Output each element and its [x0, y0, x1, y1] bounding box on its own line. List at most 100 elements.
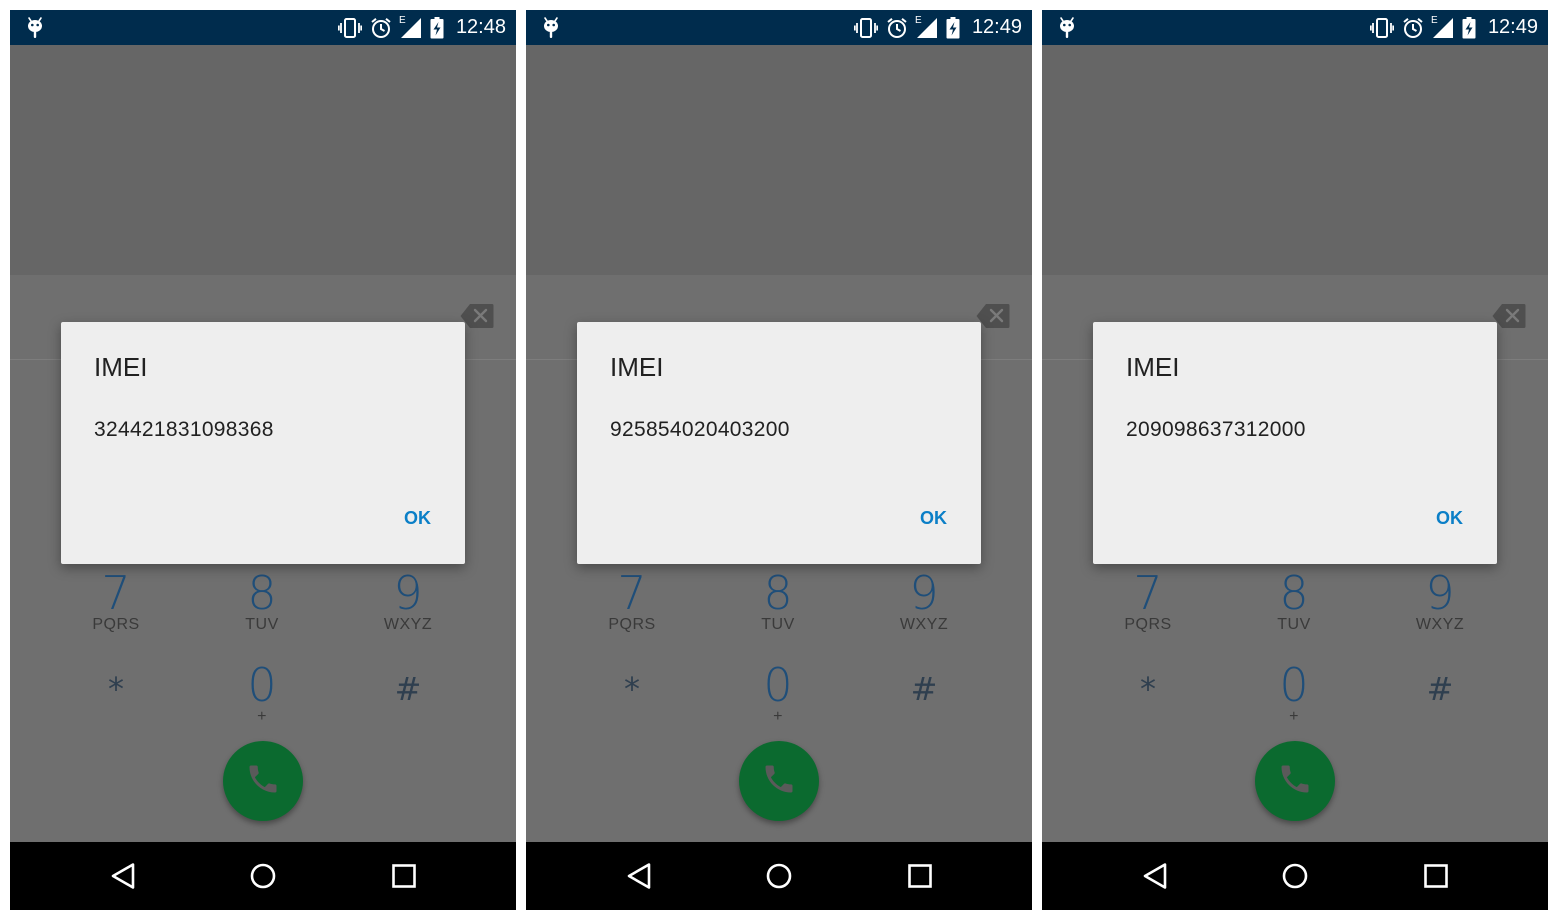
dialpad-key-8[interactable]: 8 TUV [718, 570, 838, 634]
key-symbol: # [1426, 670, 1454, 708]
navigation-bar [1042, 842, 1548, 910]
key-digit: 0 [1279, 658, 1309, 712]
key-letters: PQRS [92, 616, 140, 633]
dialpad-key-0[interactable]: 0 + [202, 662, 322, 726]
edge-signal-icon: E [399, 15, 422, 39]
contacts-area [526, 45, 1032, 275]
imei-dialog: IMEI 209098637312000 OK [1093, 322, 1497, 564]
android-icon [542, 16, 560, 45]
dialpad-key-hash[interactable]: # [1380, 666, 1500, 712]
dialpad-key-star[interactable]: * [1088, 666, 1208, 712]
dialpad-key-hash[interactable]: # [864, 666, 984, 712]
alarm-icon [886, 17, 908, 39]
android-icon [26, 16, 44, 45]
back-icon[interactable] [110, 862, 136, 895]
dialog-title: IMEI [610, 352, 664, 382]
ok-button[interactable]: OK [920, 508, 947, 529]
dialpad-key-0[interactable]: 0 + [1234, 662, 1354, 726]
contacts-area [10, 45, 516, 275]
key-digit: 8 [1279, 566, 1309, 620]
edge-signal-icon: E [1430, 14, 1454, 39]
imei-value: 324421831098368 [94, 418, 274, 441]
network-type-label: E [914, 14, 922, 26]
dialpad-key-hash[interactable]: # [348, 666, 468, 712]
phone-screen-2: E 12:49 7 PQRS 8 TUV 9 WXYZ * 0 + # IMEI… [526, 10, 1032, 910]
phone-icon [245, 761, 281, 802]
dialpad-key-8[interactable]: 8 TUV [202, 570, 322, 634]
back-icon[interactable] [1142, 862, 1168, 895]
phone-screen-1: E 12:48 7 PQRS 8 TUV 9 WXYZ * 0 + # IMEI… [10, 10, 516, 910]
alarm-icon [370, 17, 392, 39]
battery-charging-icon [430, 16, 444, 39]
vibrate-icon [1369, 17, 1394, 39]
network-type-label: E [1430, 14, 1438, 26]
battery-charging-icon [1462, 16, 1476, 39]
key-letters: + [257, 708, 267, 725]
key-letters: PQRS [608, 616, 656, 633]
navigation-bar [526, 842, 1032, 910]
recent-apps-icon[interactable] [1423, 862, 1449, 895]
imei-dialog: IMEI 925854020403200 OK [577, 322, 981, 564]
key-letters: TUV [1277, 616, 1311, 633]
key-digit: 0 [247, 658, 277, 712]
call-button[interactable] [223, 741, 303, 821]
ok-button[interactable]: OK [404, 508, 431, 529]
home-icon[interactable] [1282, 862, 1308, 895]
status-icons: E 12:48 [337, 10, 506, 45]
vibrate-icon [853, 17, 878, 39]
dialpad-key-7[interactable]: 7 PQRS [572, 570, 692, 634]
home-icon[interactable] [250, 862, 276, 895]
imei-value: 925854020403200 [610, 418, 790, 441]
dialpad-key-8[interactable]: 8 TUV [1234, 570, 1354, 634]
dialpad-key-0[interactable]: 0 + [718, 662, 838, 726]
dialpad-key-star[interactable]: * [572, 666, 692, 712]
dialog-title: IMEI [94, 352, 148, 382]
status-icons: E 12:49 [1369, 10, 1538, 45]
backspace-icon[interactable] [460, 303, 494, 334]
key-digit: 7 [617, 566, 647, 620]
imei-value: 209098637312000 [1126, 418, 1306, 441]
dialpad-key-9[interactable]: 9 WXYZ [864, 570, 984, 634]
key-digit: 7 [1133, 566, 1163, 620]
imei-dialog: IMEI 324421831098368 OK [61, 322, 465, 564]
dialog-title: IMEI [1126, 352, 1180, 382]
key-digit: 8 [247, 566, 277, 620]
vibrate-icon [337, 17, 362, 39]
navigation-bar [10, 842, 516, 910]
phone-screen-3: E 12:49 7 PQRS 8 TUV 9 WXYZ * 0 + # IMEI… [1042, 10, 1548, 910]
key-digit: 9 [393, 566, 423, 620]
back-icon[interactable] [626, 862, 652, 895]
status-bar: E 12:49 [1042, 10, 1548, 45]
dialpad-key-9[interactable]: 9 WXYZ [348, 570, 468, 634]
ok-button[interactable]: OK [1436, 508, 1463, 529]
call-button[interactable] [739, 741, 819, 821]
home-icon[interactable] [766, 862, 792, 895]
backspace-icon[interactable] [976, 303, 1010, 334]
key-letters: WXYZ [383, 616, 433, 633]
key-digit: 8 [763, 566, 793, 620]
alarm-icon [1402, 17, 1424, 39]
edge-signal-icon: E [914, 14, 938, 39]
key-symbol: # [394, 670, 422, 708]
dialpad-key-7[interactable]: 7 PQRS [1088, 570, 1208, 634]
contacts-area [1042, 45, 1548, 275]
phone-icon [761, 761, 797, 802]
backspace-icon[interactable] [1492, 303, 1526, 334]
key-symbol: * [108, 670, 124, 708]
call-button[interactable] [1255, 741, 1335, 821]
key-letters: + [773, 708, 783, 725]
key-digit: 0 [763, 658, 793, 712]
key-letters: TUV [761, 616, 795, 633]
recent-apps-icon[interactable] [391, 862, 417, 895]
key-symbol: # [910, 670, 938, 708]
key-digit: 9 [1425, 566, 1455, 620]
dialpad-key-7[interactable]: 7 PQRS [56, 570, 176, 634]
phone-icon [1277, 761, 1313, 802]
dialpad-key-star[interactable]: * [56, 666, 176, 712]
recent-apps-icon[interactable] [907, 862, 933, 895]
key-letters: PQRS [1124, 616, 1172, 633]
key-symbol: * [1140, 670, 1156, 708]
key-letters: + [1289, 708, 1299, 725]
dialpad-key-9[interactable]: 9 WXYZ [1380, 570, 1500, 634]
key-letters: TUV [245, 616, 279, 633]
